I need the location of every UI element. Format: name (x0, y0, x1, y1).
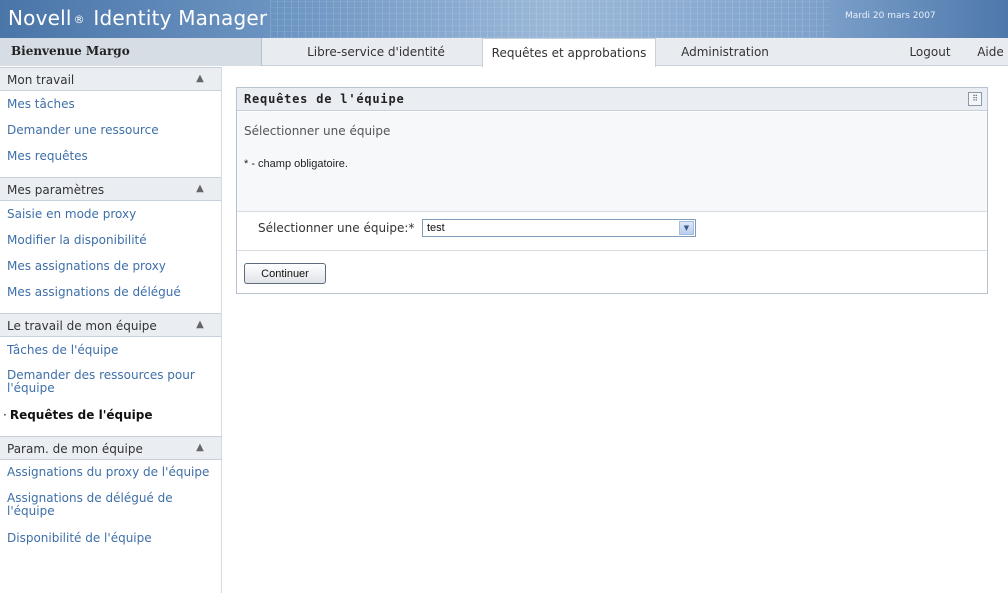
sidebar-section-my-work: Mon travail ▲ (0, 67, 221, 91)
sidebar-item-delegate-assignments[interactable]: Mes assignations de délégué (0, 279, 221, 305)
header-pattern (270, 0, 830, 38)
sidebar: Mon travail ▲ Mes tâches Demander une re… (0, 67, 222, 593)
sidebar-section-team-work: Le travail de mon équipe ▲ (0, 313, 221, 337)
sidebar-item-proxy-mode[interactable]: Saisie en mode proxy (0, 201, 221, 227)
continue-button[interactable]: Continuer (244, 263, 326, 284)
help-link[interactable]: Aide (973, 38, 1008, 66)
tab-identity-self-service[interactable]: Libre-service d'identité (285, 38, 467, 66)
collapse-icon[interactable]: ▲ (194, 319, 206, 330)
panel-options-icon[interactable]: ⠿ (968, 92, 982, 106)
section-title: Le travail de mon équipe (7, 319, 157, 333)
instructions-area: Sélectionner une équipe * - champ obliga… (237, 112, 987, 212)
sidebar-section-my-settings: Mes paramètres ▲ (0, 177, 221, 201)
chevron-down-icon[interactable]: ▼ (679, 221, 694, 235)
app-name: Novell (8, 6, 72, 30)
tab-administration[interactable]: Administration (671, 38, 779, 66)
welcome-banner: Bienvenue Margo (0, 38, 262, 66)
section-title: Mes paramètres (7, 183, 105, 197)
sidebar-item-proxy-assignments[interactable]: Mes assignations de proxy (0, 253, 221, 279)
sidebar-item-team-availability[interactable]: Disponibilité de l'équipe (0, 525, 221, 551)
section-title: Param. de mon équipe (7, 442, 143, 456)
team-requests-panel: Requêtes de l'équipe ⠿ Sélectionner une … (236, 87, 988, 294)
sidebar-item-team-tasks[interactable]: Tâches de l'équipe (0, 337, 221, 363)
app-header: Novell ® Identity Manager Mardi 20 mars 2… (0, 0, 1008, 38)
sidebar-item-team-request-resources[interactable]: Demander des ressources pour l'équipe (0, 363, 221, 402)
team-select-value: test (427, 222, 445, 234)
collapse-icon[interactable]: ▲ (194, 183, 206, 194)
sidebar-item-team-proxy-assignments[interactable]: Assignations du proxy de l'équipe (0, 460, 221, 486)
registered-mark: ® (73, 13, 85, 26)
app-product: Identity Manager (93, 6, 268, 30)
collapse-icon[interactable]: ▲ (194, 73, 206, 84)
panel-header: Requêtes de l'équipe ⠿ (237, 88, 987, 111)
tab-requests-approvals[interactable]: Requêtes et approbations (482, 38, 656, 67)
required-field-note: * - champ obligatoire. (244, 158, 348, 170)
sidebar-item-team-requests[interactable]: Requêtes de l'équipe (0, 402, 221, 428)
divider (237, 250, 987, 251)
panel-subtitle: Sélectionner une équipe (244, 124, 391, 138)
section-title: Mon travail (7, 73, 75, 87)
logout-link[interactable]: Logout (905, 38, 955, 66)
sidebar-item-team-delegate-assignments[interactable]: Assignations de délégué de l'équipe (0, 486, 221, 525)
sidebar-item-request-resource[interactable]: Demander une ressource (0, 117, 221, 143)
sidebar-section-team-settings: Param. de mon équipe ▲ (0, 436, 221, 460)
team-select[interactable]: test ▼ (422, 219, 696, 237)
header-date: Mardi 20 mars 2007 (845, 11, 936, 21)
collapse-icon[interactable]: ▲ (194, 442, 206, 453)
panel-title: Requêtes de l'équipe (244, 92, 405, 106)
sidebar-item-edit-availability[interactable]: Modifier la disponibilité (0, 227, 221, 253)
team-select-label: Sélectionner une équipe:* (258, 221, 415, 235)
sidebar-item-my-requests[interactable]: Mes requêtes (0, 143, 221, 169)
sidebar-item-my-tasks[interactable]: Mes tâches (0, 91, 221, 117)
welcome-text: Bienvenue Margo (11, 44, 130, 58)
app-title: Novell ® Identity Manager (8, 6, 267, 30)
